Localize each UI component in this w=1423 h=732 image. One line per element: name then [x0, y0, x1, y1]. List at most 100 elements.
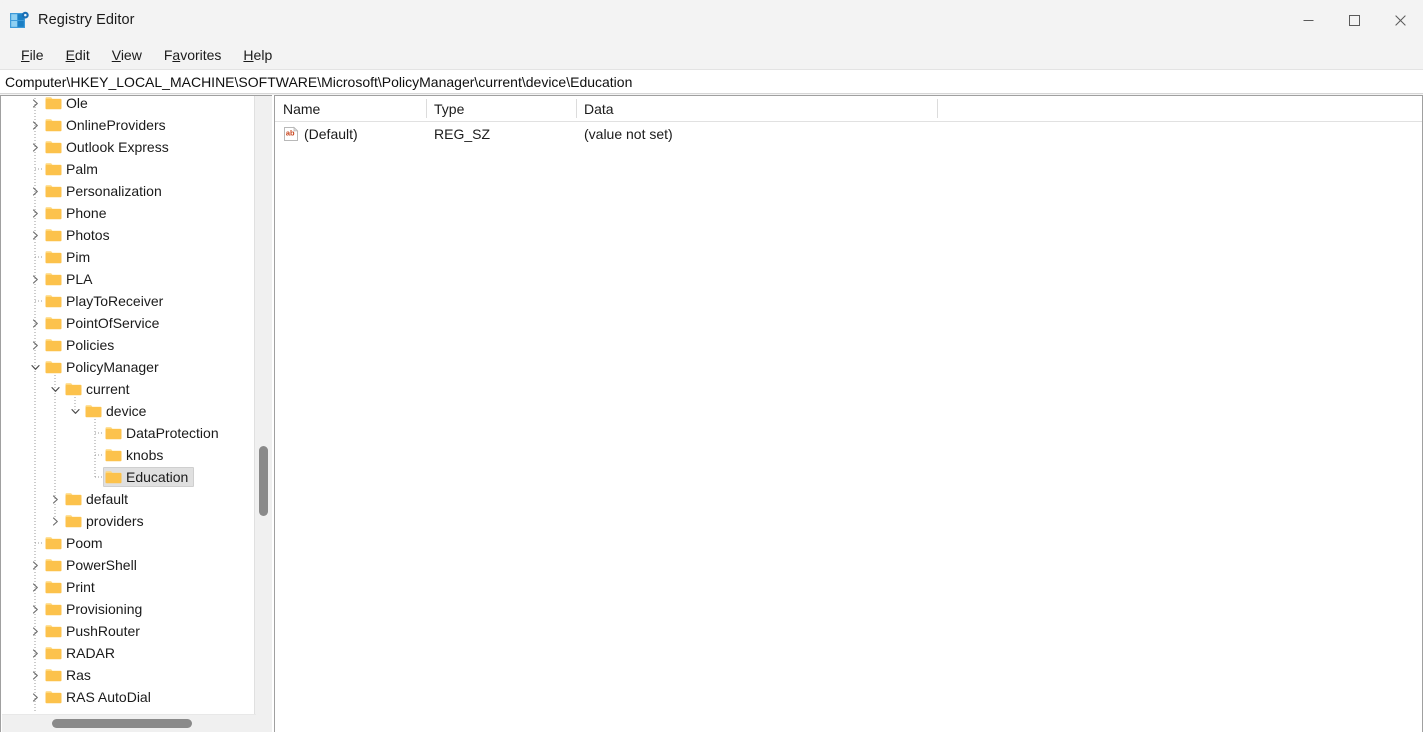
tree-item-content: device — [83, 401, 152, 421]
tree-item-content: OnlineProviders — [43, 115, 172, 135]
chevron-right-icon[interactable] — [47, 510, 63, 532]
chevron-right-icon[interactable] — [27, 686, 43, 708]
tree-item-policymanager[interactable]: PolicyManager — [1, 356, 255, 378]
chevron-right-icon[interactable] — [27, 334, 43, 356]
tree-item-providers[interactable]: providers — [1, 510, 255, 532]
tree-item-content: Personalization — [43, 181, 168, 201]
menu-item-favorites[interactable]: Favorites — [153, 44, 233, 66]
tree-item-knobs[interactable]: knobs — [1, 444, 255, 466]
tree-item-label: Photos — [66, 227, 110, 243]
chevron-down-icon[interactable] — [67, 400, 83, 422]
tree-vertical-scrollbar-thumb[interactable] — [259, 446, 268, 516]
tree-item-provisioning[interactable]: Provisioning — [1, 598, 255, 620]
tree-item-pointofservice[interactable]: PointOfService — [1, 312, 255, 334]
chevron-down-icon[interactable] — [27, 356, 43, 378]
tree-item-playtoreceiver[interactable]: PlayToReceiver — [1, 290, 255, 312]
chevron-right-icon[interactable] — [27, 136, 43, 158]
registry-key-tree: Ole OnlineProviders Outlook Express Palm Per… — [1, 96, 255, 708]
tree-item-radar[interactable]: RADAR — [1, 642, 255, 664]
tree-item-powershell[interactable]: PowerShell — [1, 554, 255, 576]
registry-path: Computer\HKEY_LOCAL_MACHINE\SOFTWARE\Mic… — [5, 73, 633, 90]
chevron-right-icon[interactable] — [27, 642, 43, 664]
chevron-right-icon[interactable] — [27, 598, 43, 620]
tree-item-label: Outlook Express — [66, 139, 169, 155]
tree-item-content: Palm — [43, 159, 104, 179]
chevron-right-icon[interactable] — [27, 224, 43, 246]
tree-item-label: current — [86, 381, 130, 397]
tree-item-label: knobs — [126, 447, 164, 463]
close-button[interactable] — [1377, 0, 1423, 41]
tree-item-onlineproviders[interactable]: OnlineProviders — [1, 114, 255, 136]
tree-horizontal-scrollbar-thumb[interactable] — [52, 719, 192, 728]
tree-item-pla[interactable]: PLA — [1, 268, 255, 290]
address-bar[interactable]: Computer\HKEY_LOCAL_MACHINE\SOFTWARE\Mic… — [0, 69, 1423, 94]
tree-item-default[interactable]: default — [1, 488, 255, 510]
menu-item-file[interactable]: File — [10, 44, 55, 66]
tree-item-current[interactable]: current — [1, 378, 255, 400]
tree-item-print[interactable]: Print — [1, 576, 255, 598]
chevron-right-icon[interactable] — [27, 96, 43, 114]
tree-item-policies[interactable]: Policies — [1, 334, 255, 356]
folder-icon — [65, 514, 82, 528]
chevron-right-icon[interactable] — [27, 576, 43, 598]
tree-item-label: Phone — [66, 205, 107, 221]
tree-item-content: default — [63, 489, 134, 509]
column-divider[interactable] — [426, 99, 427, 118]
tree-vertical-scrollbar[interactable] — [254, 96, 272, 732]
chevron-right-icon[interactable] — [27, 664, 43, 686]
tree-item-label: Palm — [66, 161, 98, 177]
tree-item-photos[interactable]: Photos — [1, 224, 255, 246]
folder-icon — [45, 624, 62, 638]
tree-item-dataprotection[interactable]: DataProtection — [1, 422, 255, 444]
tree-item-content: Pim — [43, 247, 96, 267]
tree-item-phone[interactable]: Phone — [1, 202, 255, 224]
tree-viewport: Ole OnlineProviders Outlook Express Palm Per… — [1, 96, 255, 711]
menu-item-help[interactable]: Help — [232, 44, 283, 66]
menu-bar: File Edit View Favorites Help — [0, 41, 1423, 69]
tree-item-ras[interactable]: Ras — [1, 664, 255, 686]
minimize-button[interactable] — [1285, 0, 1331, 41]
chevron-right-icon[interactable] — [27, 268, 43, 290]
value-row[interactable]: ab (Default) REG_SZ (value not set) — [275, 122, 1422, 146]
column-divider[interactable] — [576, 99, 577, 118]
tree-item-palm[interactable]: Palm — [1, 158, 255, 180]
tree-item-label: device — [106, 403, 147, 419]
chevron-right-icon[interactable] — [27, 180, 43, 202]
registry-editor-icon — [9, 11, 30, 31]
column-divider[interactable] — [937, 99, 938, 118]
chevron-right-icon[interactable] — [27, 202, 43, 224]
menu-item-view[interactable]: View — [101, 44, 153, 66]
value-name-cell: ab (Default) — [275, 122, 426, 146]
tree-item-personalization[interactable]: Personalization — [1, 180, 255, 202]
chevron-right-icon[interactable] — [47, 488, 63, 510]
tree-horizontal-scrollbar[interactable] — [2, 714, 256, 732]
chevron-right-icon[interactable] — [27, 114, 43, 136]
column-header-name[interactable]: Name — [275, 96, 426, 121]
tree-item-pushrouter[interactable]: PushRouter — [1, 620, 255, 642]
menu-item-edit[interactable]: Edit — [55, 44, 101, 66]
tree-item-pim[interactable]: Pim — [1, 246, 255, 268]
maximize-button[interactable] — [1331, 0, 1377, 41]
tree-item-device[interactable]: device — [1, 400, 255, 422]
column-header-data[interactable]: Data — [576, 96, 937, 121]
tree-item-selected: Education — [103, 467, 195, 487]
tree-item-poom[interactable]: Poom — [1, 532, 255, 554]
chevron-down-icon[interactable] — [47, 378, 63, 400]
chevron-right-icon[interactable] — [27, 620, 43, 642]
tree-item-ole[interactable]: Ole — [1, 96, 255, 114]
chevron-right-icon[interactable] — [27, 312, 43, 334]
tree-item-content: Outlook Express — [43, 137, 175, 157]
folder-icon — [45, 602, 62, 616]
value-list-header: Name Type Data — [275, 96, 1422, 122]
chevron-right-icon[interactable] — [27, 554, 43, 576]
tree-item-education[interactable]: Education — [1, 466, 255, 488]
tree-item-ras-autodial[interactable]: RAS AutoDial — [1, 686, 255, 708]
tree-item-label: Provisioning — [66, 601, 143, 617]
tree-item-outlook-express[interactable]: Outlook Express — [1, 136, 255, 158]
folder-icon — [105, 426, 122, 440]
column-header-type[interactable]: Type — [426, 96, 576, 121]
tree-item-content: knobs — [103, 445, 169, 465]
folder-icon — [45, 580, 62, 594]
